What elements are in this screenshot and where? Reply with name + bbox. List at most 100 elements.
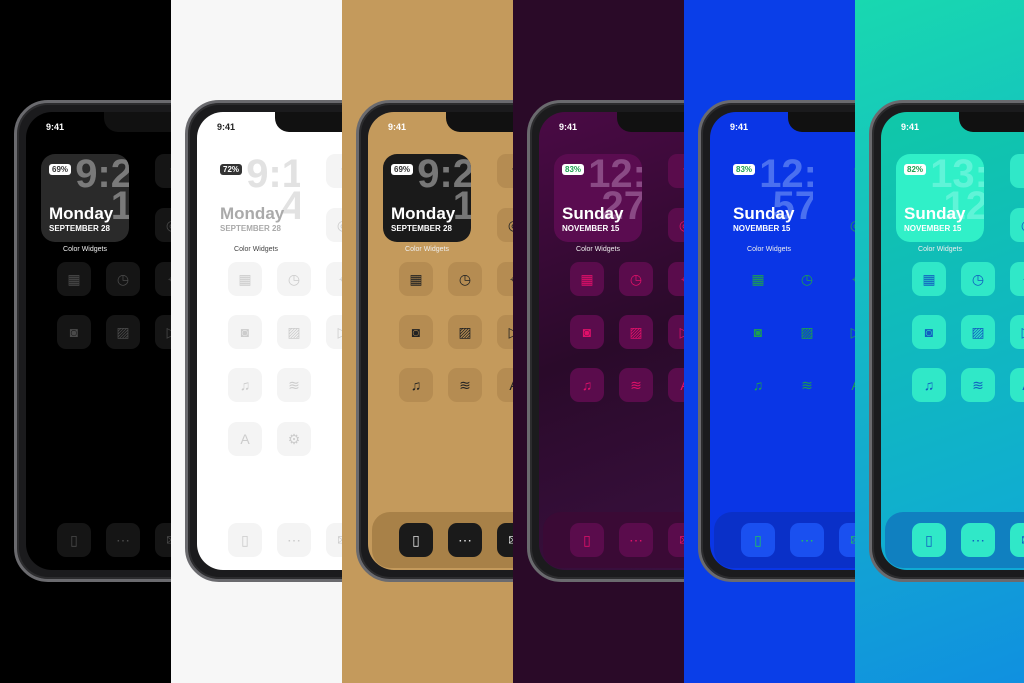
dock-messages[interactable]: ⋯ (790, 523, 824, 557)
dock-mail[interactable]: ✉ (326, 523, 342, 557)
app-maps[interactable]: ⌖ (839, 262, 855, 296)
panel-teal: 9:41 13:12 82% Sunday NOVEMBER 15 Color … (855, 0, 1024, 683)
dock-phone[interactable]: ▯ (57, 523, 91, 557)
app-maps[interactable]: ⌖ (1010, 262, 1024, 296)
dock-messages[interactable]: ⋯ (619, 523, 653, 557)
dock-mail[interactable]: ✉ (839, 523, 855, 557)
app-photos[interactable]: ▨ (790, 315, 824, 349)
app-camera[interactable]: ◙ (228, 315, 262, 349)
dock-mail[interactable]: ✉ (668, 523, 684, 557)
app-camera[interactable]: ◙ (57, 315, 91, 349)
dock-phone[interactable]: ▯ (570, 523, 604, 557)
app-calendar[interactable]: ▦ (399, 262, 433, 296)
app-instagram[interactable]: ◎ (497, 208, 513, 242)
app-youtube[interactable]: ▷ (497, 315, 513, 349)
app-maps[interactable]: ⌖ (326, 262, 342, 296)
dock-phone[interactable]: ▯ (912, 523, 946, 557)
dock-phone[interactable]: ▯ (399, 523, 433, 557)
app-photos[interactable]: ▨ (277, 315, 311, 349)
clock-widget[interactable]: 9:21 69% Monday SEPTEMBER 28 (383, 154, 471, 242)
phone-frame: 9:41 9:21 69% Monday SEPTEMBER 28 Color … (356, 100, 513, 582)
clock-widget[interactable]: 9:21 69% Monday SEPTEMBER 28 (41, 154, 129, 242)
dock-messages[interactable]: ⋯ (277, 523, 311, 557)
app-calendar[interactable]: ▦ (912, 262, 946, 296)
app-facebook[interactable]: f (155, 154, 171, 188)
app-instagram[interactable]: ◎ (668, 208, 684, 242)
panel-black: 9:41 9:21 69% Monday SEPTEMBER 28 Color … (0, 0, 171, 683)
dock-messages[interactable]: ⋯ (106, 523, 140, 557)
app-camera[interactable]: ◙ (912, 315, 946, 349)
app-camera[interactable]: ◙ (570, 315, 604, 349)
app-appstore[interactable]: A (668, 368, 684, 402)
app-clock[interactable]: ◷ (106, 262, 140, 296)
app-music[interactable]: ♫ (912, 368, 946, 402)
app-clock[interactable]: ◷ (790, 262, 824, 296)
app-youtube[interactable]: ▷ (839, 315, 855, 349)
clock-widget[interactable]: 12:27 83% Sunday NOVEMBER 15 (554, 154, 642, 242)
dock-phone[interactable]: ▯ (228, 523, 262, 557)
app-spotify[interactable]: ≋ (448, 368, 482, 402)
home-screen: 9:41 12:57 83% Sunday NOVEMBER 15 Color … (710, 112, 855, 570)
app-spotify[interactable]: ≋ (790, 368, 824, 402)
app-music[interactable]: ♫ (570, 368, 604, 402)
phone-frame: 9:41 12:27 83% Sunday NOVEMBER 15 Color … (527, 100, 684, 582)
clock-widget[interactable]: 13:12 82% Sunday NOVEMBER 15 (896, 154, 984, 242)
app-instagram[interactable]: ◎ (1010, 208, 1024, 242)
app-instagram[interactable]: ◎ (839, 208, 855, 242)
app-music[interactable]: ♫ (228, 368, 262, 402)
app-instagram[interactable]: ◎ (155, 208, 171, 242)
app-youtube[interactable]: ▷ (668, 315, 684, 349)
app-calendar[interactable]: ▦ (228, 262, 262, 296)
app-camera[interactable]: ◙ (741, 315, 775, 349)
app-facebook[interactable]: f (497, 154, 513, 188)
app-photos[interactable]: ▨ (619, 315, 653, 349)
app-youtube[interactable]: ▷ (155, 315, 171, 349)
dock-mail[interactable]: ✉ (497, 523, 513, 557)
app-spotify[interactable]: ≋ (961, 368, 995, 402)
phone-icon: ▯ (583, 531, 591, 548)
app-facebook[interactable]: f (1010, 154, 1024, 188)
app-facebook[interactable]: f (839, 154, 855, 188)
app-maps[interactable]: ⌖ (668, 262, 684, 296)
app-maps[interactable]: ⌖ (497, 262, 513, 296)
phone-icon: ▯ (70, 531, 78, 548)
app-clock[interactable]: ◷ (961, 262, 995, 296)
app-appstore[interactable]: A (1010, 368, 1024, 402)
app-facebook[interactable]: f (668, 154, 684, 188)
app-calendar[interactable]: ▦ (741, 262, 775, 296)
app-clock[interactable]: ◷ (619, 262, 653, 296)
app-music[interactable]: ♫ (741, 368, 775, 402)
app-settings[interactable]: ⚙ (277, 422, 311, 456)
app-clock[interactable]: ◷ (277, 262, 311, 296)
dock-mail[interactable]: ✉ (155, 523, 171, 557)
app-appstore[interactable]: A (497, 368, 513, 402)
app-photos[interactable]: ▨ (106, 315, 140, 349)
dock-messages[interactable]: ⋯ (448, 523, 482, 557)
app-calendar[interactable]: ▦ (570, 262, 604, 296)
battery-badge: 69% (49, 164, 72, 175)
app-camera[interactable]: ◙ (399, 315, 433, 349)
dock (30, 512, 171, 568)
app-youtube[interactable]: ▷ (1010, 315, 1024, 349)
app-spotify[interactable]: ≋ (619, 368, 653, 402)
app-photos[interactable]: ▨ (961, 315, 995, 349)
calendar-icon: ▦ (67, 270, 81, 287)
dock-messages[interactable]: ⋯ (961, 523, 995, 557)
app-spotify[interactable]: ≋ (277, 368, 311, 402)
clock-widget[interactable]: 9:14 72% Monday SEPTEMBER 28 (212, 154, 300, 242)
app-appstore[interactable]: A (228, 422, 262, 456)
clock-widget[interactable]: 12:57 83% Sunday NOVEMBER 15 (725, 154, 813, 242)
app-youtube[interactable]: ▷ (326, 315, 342, 349)
widget-label: Color Widgets (576, 246, 620, 253)
app-maps[interactable]: ⌖ (155, 262, 171, 296)
app-clock[interactable]: ◷ (448, 262, 482, 296)
app-instagram[interactable]: ◎ (326, 208, 342, 242)
app-photos[interactable]: ▨ (448, 315, 482, 349)
app-appstore[interactable]: A (839, 368, 855, 402)
app-facebook[interactable]: f (326, 154, 342, 188)
dock-phone[interactable]: ▯ (741, 523, 775, 557)
app-music[interactable]: ♫ (399, 368, 433, 402)
notch (446, 112, 513, 132)
dock-mail[interactable]: ✉ (1010, 523, 1024, 557)
app-calendar[interactable]: ▦ (57, 262, 91, 296)
